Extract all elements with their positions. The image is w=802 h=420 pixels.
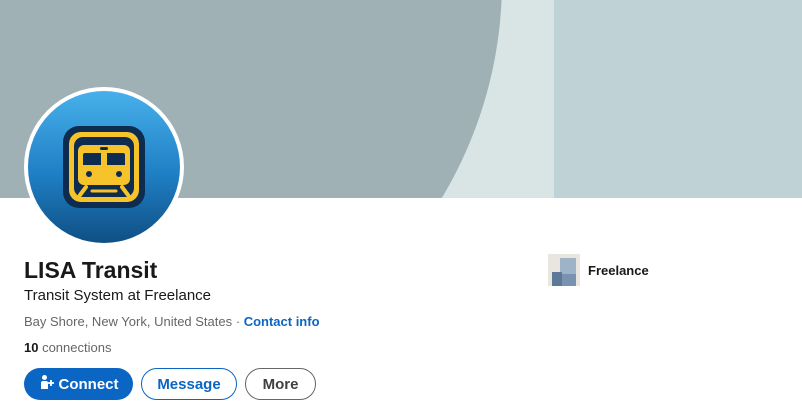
profile-location: Bay Shore, New York, United States [24,314,233,329]
profile-location-line: Bay Shore, New York, United States · Con… [24,314,320,329]
company-logo-icon [548,254,580,286]
profile-card: LISA Transit Transit System at Freelance… [0,0,802,420]
message-button[interactable]: Message [141,368,237,400]
profile-headline: Transit System at Freelance [24,287,212,304]
banner-right-panel [554,0,802,198]
connections-count-line: 10 connections [24,340,111,355]
connect-button[interactable]: Connect [24,368,133,400]
contact-info-link[interactable]: Contact info [244,314,320,329]
more-button[interactable]: More [245,368,316,400]
profile-avatar[interactable] [24,87,184,247]
company-name: Freelance [588,262,649,278]
profile-name: LISA Transit [24,257,158,283]
profile-actions: Connect Message More [24,368,316,400]
add-person-icon [39,374,55,394]
current-company[interactable]: Freelance [548,254,649,286]
connect-button-label: Connect [58,375,119,393]
connections-label: connections [38,340,112,355]
train-front-icon [28,91,180,243]
location-separator: · [232,314,244,329]
connections-count: 10 [24,340,39,355]
